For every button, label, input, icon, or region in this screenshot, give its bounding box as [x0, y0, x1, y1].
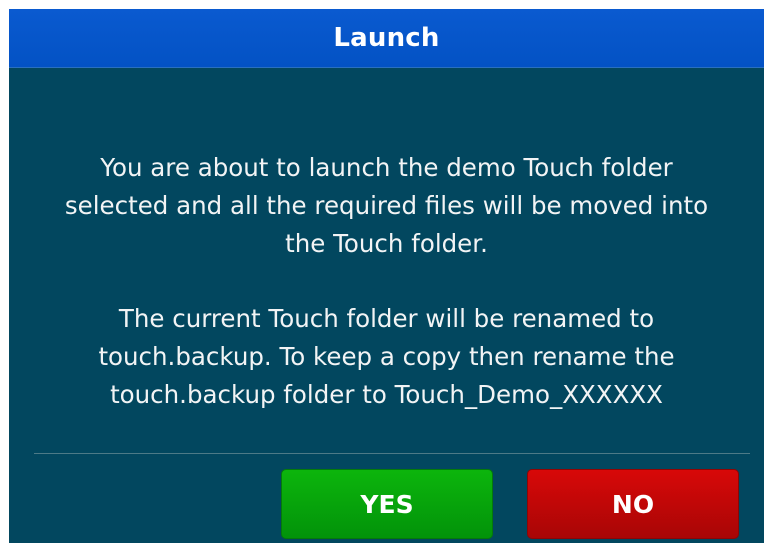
message-paragraph-launch: You are about to launch the demo Touch f… [64, 153, 709, 258]
dialog-title: Launch [333, 23, 440, 53]
yes-button-label: YES [360, 489, 414, 519]
dialog-message: You are about to launch the demo Touch f… [9, 149, 764, 414]
no-button-label: NO [611, 489, 655, 519]
launch-dialog: Launch You are about to launch the demo … [9, 9, 764, 543]
message-paragraph-backup: The current Touch folder will be renamed… [98, 304, 675, 409]
yes-button[interactable]: YES [281, 469, 493, 539]
dialog-title-bar: Launch [9, 9, 764, 68]
button-divider [34, 453, 750, 454]
no-button[interactable]: NO [527, 469, 739, 539]
